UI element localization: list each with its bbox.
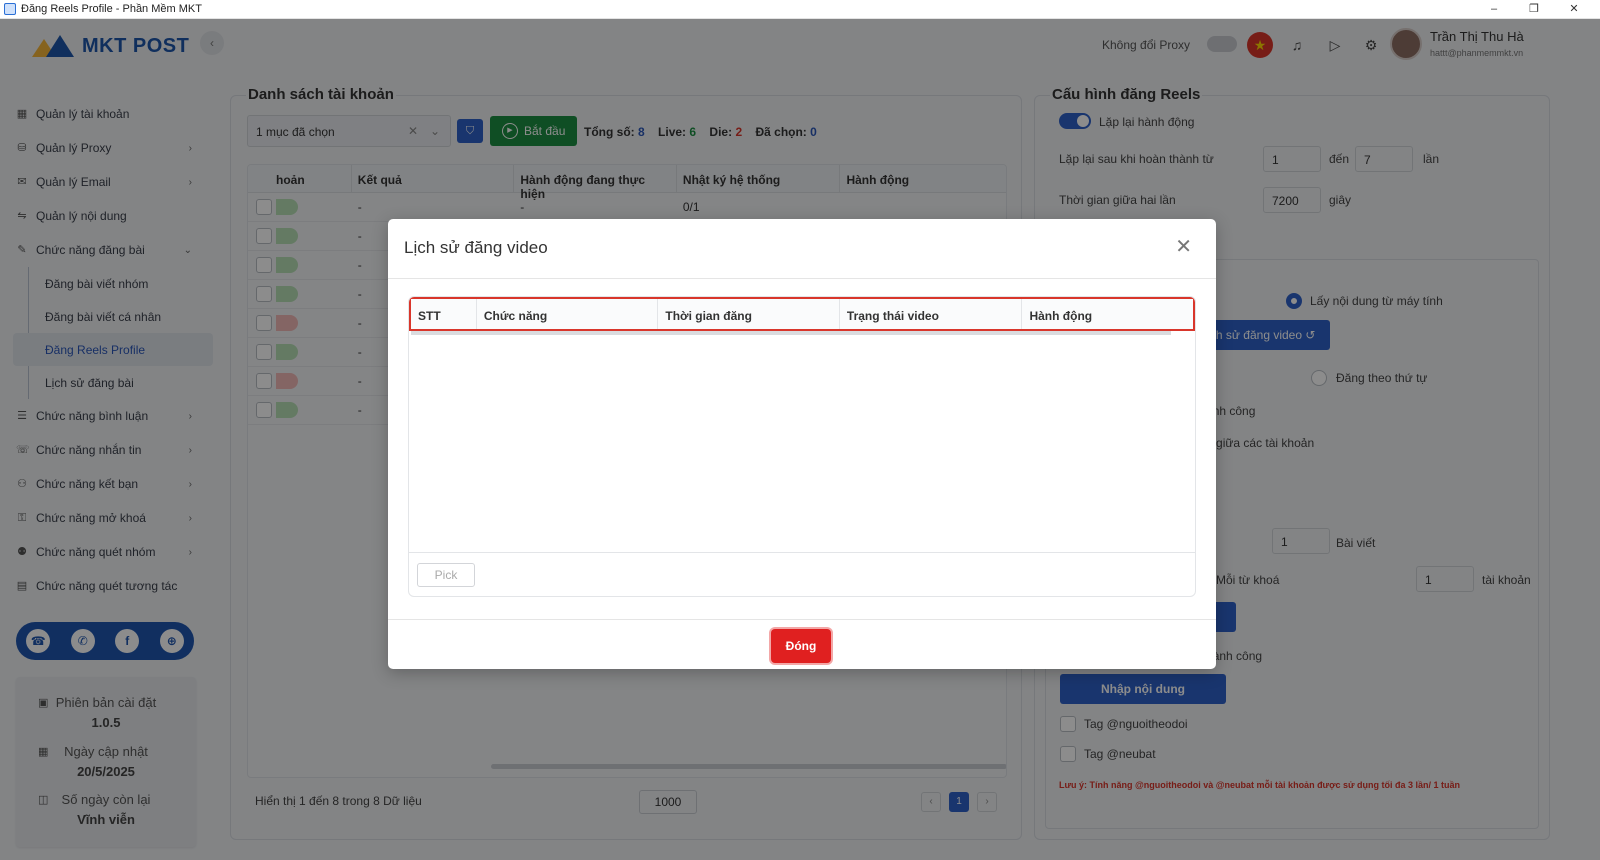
- history-table: STT Chức năng Thời gian đăng Trạng thái …: [408, 296, 1196, 597]
- close-button[interactable]: Đóng: [771, 629, 831, 663]
- window-title: Đăng Reels Profile - Phần Mềm MKT: [21, 3, 202, 15]
- history-modal: Lịch sử đăng video ✕ STT Chức năng Thời …: [388, 219, 1216, 669]
- table-header: STT Chức năng Thời gian đăng Trạng thái …: [409, 297, 1195, 331]
- modal-title: Lịch sử đăng video: [404, 238, 548, 257]
- minimize-button[interactable]: –: [1474, 0, 1514, 19]
- window-close-button[interactable]: ✕: [1554, 0, 1594, 19]
- table-body: [409, 335, 1195, 555]
- column-header[interactable]: STT: [411, 299, 477, 329]
- column-header[interactable]: Thời gian đăng: [658, 299, 840, 329]
- column-header[interactable]: Trạng thái video: [840, 299, 1023, 329]
- column-header[interactable]: Chức năng: [477, 299, 659, 329]
- column-header[interactable]: Hành động: [1022, 299, 1193, 329]
- restore-button[interactable]: ❐: [1514, 0, 1554, 19]
- close-icon[interactable]: ✕: [1175, 237, 1192, 257]
- window-titlebar: Đăng Reels Profile - Phần Mềm MKT – ❐ ✕: [0, 0, 1600, 19]
- pick-button[interactable]: Pick: [417, 563, 475, 587]
- app-icon: [4, 3, 16, 15]
